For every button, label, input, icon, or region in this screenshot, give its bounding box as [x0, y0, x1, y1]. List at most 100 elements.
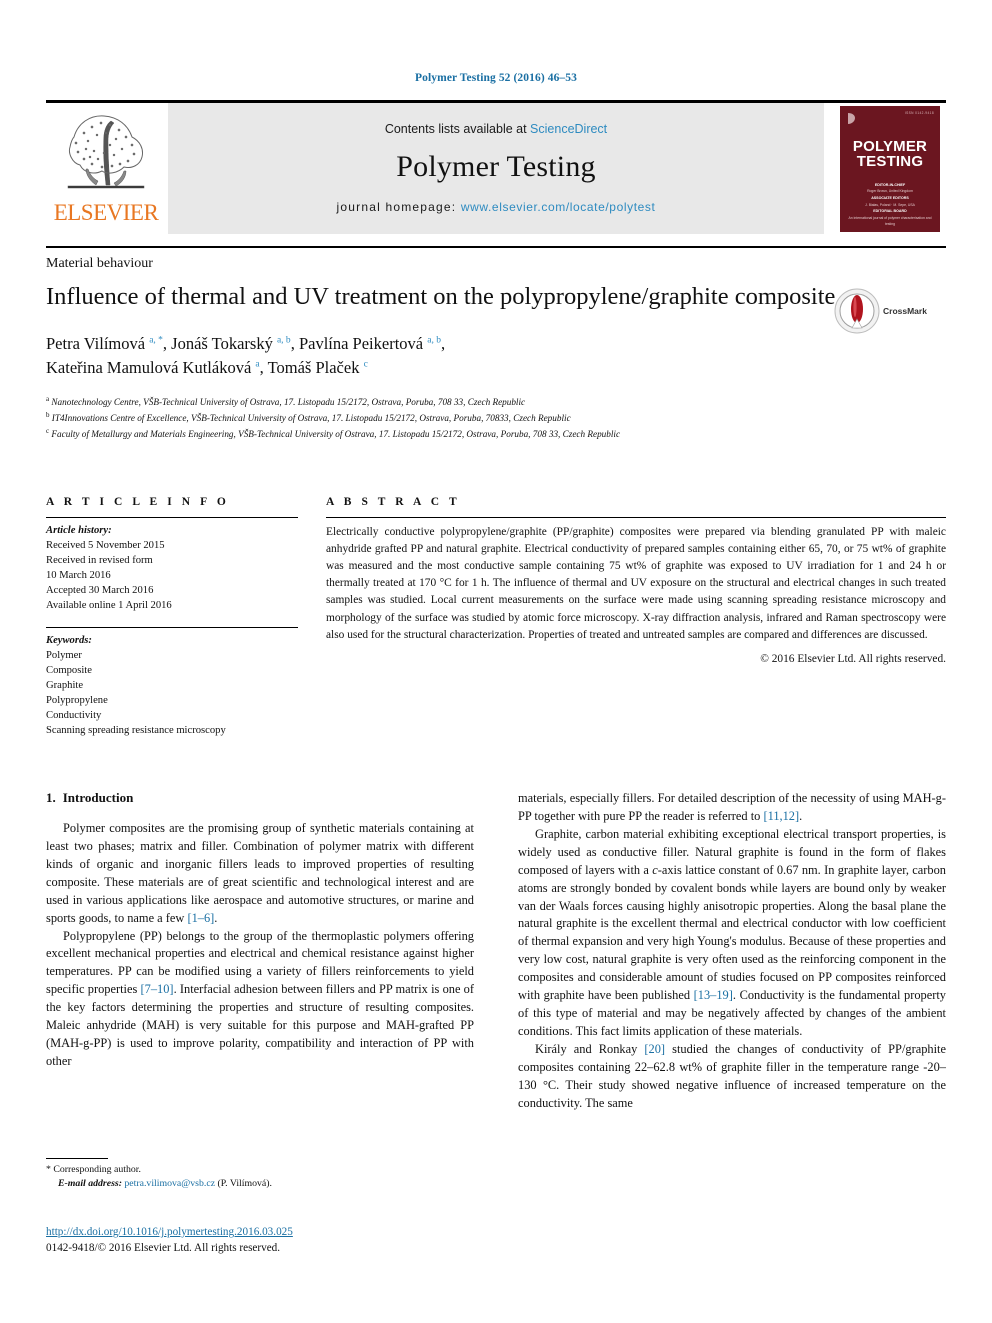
- contents-line: Contents lists available at ScienceDirec…: [385, 122, 607, 136]
- section-category-label: Material behaviour: [46, 256, 153, 271]
- paragraph: materials, especially fillers. For detai…: [518, 790, 946, 826]
- info-abstract-row: A R T I C L E I N F O Article history: R…: [46, 496, 946, 738]
- cover-editors: EDITOR-IN-CHIEF Roger Brown, United King…: [848, 182, 932, 228]
- section-title: Introduction: [62, 790, 134, 805]
- citation-link[interactable]: [1–6]: [187, 911, 214, 925]
- author-1: Petra Vilímová: [46, 334, 150, 354]
- corresponding-author-line: * Corresponding author.: [46, 1164, 141, 1175]
- author-1-affil-mark[interactable]: a, *: [149, 336, 163, 346]
- citation-link[interactable]: [11,12]: [763, 809, 799, 823]
- keyword-item: Composite: [46, 665, 92, 677]
- email-link[interactable]: petra.vilimova@vsb.cz: [124, 1178, 215, 1189]
- keyword-item: Polymer: [46, 650, 82, 662]
- author-5-affil-mark[interactable]: c: [364, 360, 368, 370]
- sciencedirect-link[interactable]: ScienceDirect: [530, 122, 607, 136]
- history-item: Accepted 30 March 2016: [46, 585, 154, 597]
- journal-masthead: ELSEVIER Contents lists available at Sci…: [46, 100, 946, 234]
- keywords-block: Keywords: Polymer Composite Graphite Pol…: [46, 622, 298, 738]
- author-sep-4: , Tomáš Plaček: [259, 358, 364, 378]
- keywords-label: Keywords:: [46, 635, 92, 647]
- article-history: Article history: Received 5 November 201…: [46, 518, 298, 613]
- author-4: Kateřina Mamulová Kutláková: [46, 358, 256, 378]
- affiliation-a-mark: a: [46, 395, 50, 404]
- crossmark-badge[interactable]: CrossMark: [834, 286, 946, 336]
- paragraph: Polypropylene (PP) belongs to the group …: [46, 928, 474, 1071]
- affiliation-a-text: Nanotechnology Centre, VŠB-Technical Uni…: [51, 397, 526, 408]
- running-head: Polymer Testing 52 (2016) 46–53: [415, 72, 577, 84]
- keyword-item: Graphite: [46, 680, 84, 692]
- journal-title: Polymer Testing: [396, 149, 596, 183]
- section-number: 1.: [46, 790, 56, 805]
- footnote-rule: [46, 1158, 108, 1159]
- affiliation-b-text: IT4Innovations Centre of Excellence, VŠB…: [51, 413, 571, 424]
- author-2-affil-mark[interactable]: a, b: [277, 336, 291, 346]
- paragraph-text-tail: .: [799, 808, 803, 823]
- keyword-item: Polypropylene: [46, 695, 108, 707]
- paragraph: Király and Ronkay [20] studied the chang…: [518, 1041, 946, 1113]
- body-column-right: materials, especially fillers. For detai…: [518, 790, 946, 1210]
- paragraph-text: Király and Ronkay: [535, 1041, 645, 1056]
- article-info-heading: A R T I C L E I N F O: [46, 496, 230, 508]
- author-sep-2: , Pavlína Peikertová: [290, 334, 428, 354]
- title-block: Influence of thermal and UV treatment on…: [46, 282, 836, 442]
- paragraph: Graphite, carbon material exhibiting exc…: [518, 826, 946, 1041]
- cover-editor-label-2: ASSOCIATE EDITORS: [871, 195, 909, 200]
- article-page: Polymer Testing 52 (2016) 46–53 ELSEVIER…: [0, 0, 992, 1323]
- history-item: Available online 1 April 2016: [46, 600, 172, 612]
- history-item: Received 5 November 2015: [46, 540, 165, 552]
- cover-title: POLYMER TESTING: [840, 138, 940, 170]
- email-line: E-mail address: petra.vilimova@vsb.cz (P…: [46, 1177, 346, 1191]
- keyword-item: Scanning spreading resistance microscopy: [46, 725, 226, 737]
- crossmark-label: CrossMark: [883, 306, 927, 316]
- affiliation-b: b IT4Innovations Centre of Excellence, V…: [46, 410, 836, 426]
- crossmark-icon[interactable]: [834, 288, 880, 334]
- affiliation-c-mark: c: [46, 427, 50, 436]
- abstract-text: Electrically conductive polypropylene/gr…: [326, 526, 946, 641]
- author-sep-3: ,: [440, 334, 446, 354]
- keyword-item: Conductivity: [46, 710, 102, 722]
- cover-editor-names-1: Roger Brown, United Kingdom: [867, 189, 913, 194]
- paragraph-text-mid: -axis lattice constant of 0.67 nm. In gr…: [518, 862, 946, 1003]
- body-columns: 1. Introduction Polymer composites are th…: [46, 790, 946, 1210]
- journal-cover: ISSN 0142-9418 POLYMER TESTING EDITOR-IN…: [840, 103, 946, 234]
- history-item: 10 March 2016: [46, 570, 111, 582]
- contents-prefix: Contents lists available at: [384, 121, 531, 136]
- history-item: Received in revised form: [46, 555, 153, 567]
- corresponding-author-footnote: * Corresponding author. E-mail address: …: [46, 1158, 346, 1191]
- abstract-heading: A B S T R A C T: [326, 496, 461, 508]
- copyright-line: 0142-9418/© 2016 Elsevier Ltd. All right…: [46, 1242, 281, 1255]
- journal-homepage-link[interactable]: www.elsevier.com/locate/polytest: [461, 200, 656, 214]
- section-divider: [46, 246, 946, 248]
- cover-issn: ISSN 0142-9418: [904, 110, 934, 115]
- affiliation-a: a Nanotechnology Centre, VŠB-Technical U…: [46, 394, 836, 410]
- cover-editor-names-2: J. Białas, Poland · M. Sepe, USA: [865, 202, 915, 207]
- doi-link[interactable]: http://dx.doi.org/10.1016/j.polymertesti…: [46, 1226, 293, 1238]
- elsevier-tree-icon: [67, 115, 145, 189]
- cover-elsevier-icon: [848, 112, 855, 124]
- article-history-label: Article history:: [46, 525, 112, 536]
- affiliation-b-mark: b: [46, 411, 50, 420]
- doi-block: http://dx.doi.org/10.1016/j.polymertesti…: [46, 1222, 466, 1256]
- abstract-column: A B S T R A C T Electrically conductive …: [326, 496, 946, 738]
- author-sep-1: , Jonáš Tokarský: [162, 334, 277, 354]
- author-list: Petra Vilímová a, *, Jonáš Tokarský a, b…: [46, 332, 836, 380]
- affiliations: a Nanotechnology Centre, VŠB-Technical U…: [46, 394, 836, 442]
- elsevier-logo: ELSEVIER: [46, 103, 166, 234]
- citation-link[interactable]: [13–19]: [694, 988, 733, 1002]
- paragraph-text: Polymer composites are the promising gro…: [46, 821, 474, 925]
- homepage-prefix: journal homepage:: [336, 199, 461, 214]
- author-3-affil-mark[interactable]: a, b: [427, 336, 441, 346]
- citation-link[interactable]: [7–10]: [141, 982, 174, 996]
- cover-editor-label-3: EDITORIAL BOARD: [873, 209, 907, 214]
- body-column-left: 1. Introduction Polymer composites are th…: [46, 790, 474, 1210]
- paragraph-text-tail: .: [214, 910, 218, 925]
- journal-cover-image: ISSN 0142-9418 POLYMER TESTING EDITOR-IN…: [840, 105, 940, 232]
- paragraph: Polymer composites are the promising gro…: [46, 820, 474, 928]
- elsevier-wordmark: ELSEVIER: [53, 200, 159, 225]
- citation-link[interactable]: [20]: [644, 1042, 665, 1056]
- affiliation-c: c Faculty of Metallurgy and Materials En…: [46, 426, 836, 442]
- cover-editor-names-3: An international journal of polymer char…: [848, 215, 932, 227]
- section-heading-introduction: 1. Introduction: [46, 790, 474, 806]
- article-info-column: A R T I C L E I N F O Article history: R…: [46, 496, 298, 738]
- email-owner: (P. Vilímová).: [217, 1177, 272, 1189]
